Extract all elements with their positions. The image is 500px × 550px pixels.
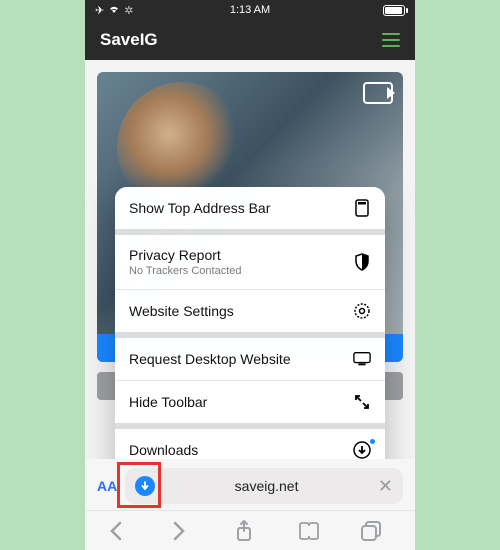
address-bar-top-icon	[353, 199, 371, 217]
close-icon[interactable]: ✕	[378, 477, 393, 495]
shield-icon	[353, 253, 371, 271]
desktop-icon	[353, 350, 371, 368]
video-icon	[363, 82, 393, 104]
share-button[interactable]	[235, 520, 265, 542]
menu-label: Downloads	[129, 442, 198, 458]
download-indicator-icon[interactable]	[135, 476, 155, 496]
menu-sublabel: No Trackers Contacted	[129, 265, 242, 277]
status-bar: ✈ ✲ 1:13 AM	[85, 0, 415, 20]
menu-label: Show Top Address Bar	[129, 200, 270, 216]
tabs-button[interactable]	[361, 521, 391, 541]
menu-hide-toolbar[interactable]: Hide Toolbar	[115, 381, 385, 429]
menu-request-desktop[interactable]: Request Desktop Website	[115, 338, 385, 381]
address-bar-area: AA saveig.net ✕	[85, 459, 415, 510]
bookmarks-button[interactable]	[298, 522, 328, 540]
aa-menu: Show Top Address Bar Privacy Report No T…	[115, 187, 385, 459]
forward-button[interactable]	[172, 521, 202, 541]
menu-label: Request Desktop Website	[129, 351, 291, 367]
address-bar[interactable]: saveig.net ✕	[125, 468, 403, 504]
menu-label: Hide Toolbar	[129, 394, 207, 410]
wifi-icon	[108, 4, 120, 17]
menu-website-settings[interactable]: Website Settings	[115, 290, 385, 338]
site-brand: SaveIG	[100, 30, 158, 50]
menu-label: Website Settings	[129, 303, 234, 319]
phone-frame: ✈ ✲ 1:13 AM SaveIG Show Top Address Bar	[85, 0, 415, 550]
bottom-toolbar	[85, 510, 415, 550]
menu-label: Privacy Report	[129, 247, 242, 263]
gear-icon	[353, 302, 371, 320]
expand-icon	[353, 393, 371, 411]
download-circle-icon	[353, 441, 371, 459]
page-content: Show Top Address Bar Privacy Report No T…	[85, 60, 415, 459]
badge-dot	[370, 439, 375, 444]
battery-icon	[383, 5, 405, 16]
airplane-icon: ✈	[95, 4, 104, 17]
loading-icon: ✲	[124, 4, 133, 17]
url-text: saveig.net	[163, 478, 370, 494]
aa-button[interactable]: AA	[97, 478, 117, 494]
site-header: SaveIG	[85, 20, 415, 60]
back-button[interactable]	[109, 521, 139, 541]
menu-downloads[interactable]: Downloads	[115, 429, 385, 459]
menu-show-top-address[interactable]: Show Top Address Bar	[115, 187, 385, 235]
menu-privacy-report[interactable]: Privacy Report No Trackers Contacted	[115, 235, 385, 290]
hamburger-icon[interactable]	[382, 33, 400, 47]
clock: 1:13 AM	[230, 4, 270, 16]
